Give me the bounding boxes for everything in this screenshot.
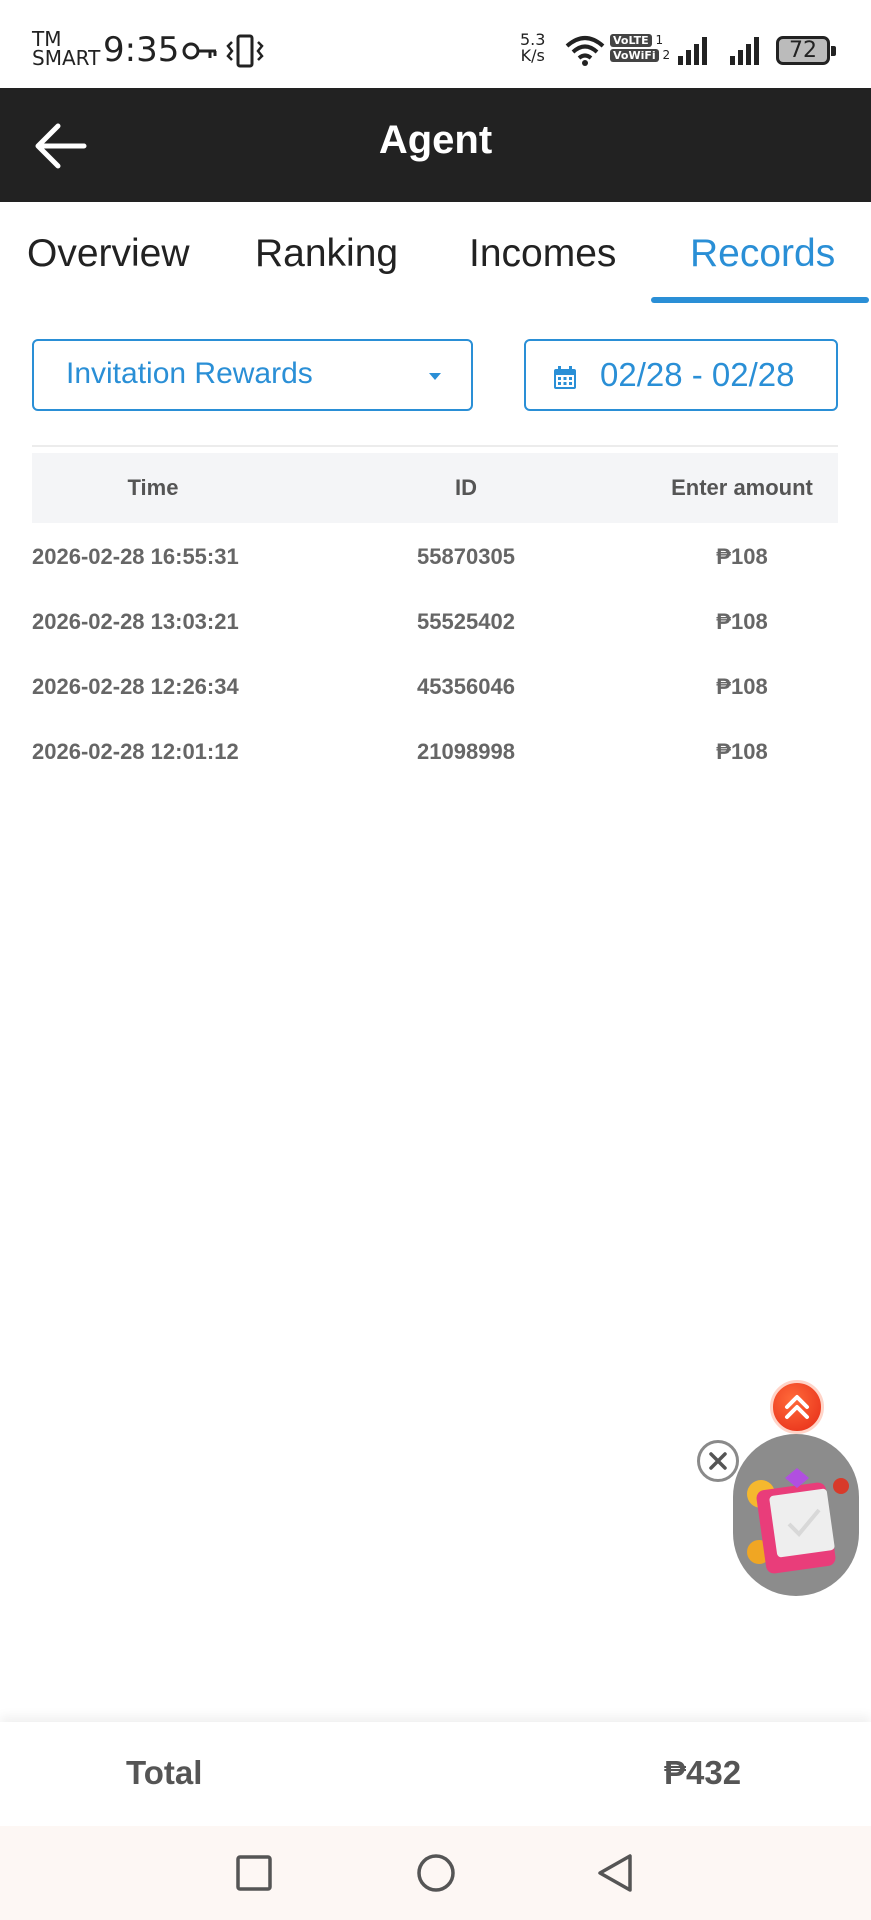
signal-icon [730,37,759,65]
caret-down-icon [429,373,441,380]
vowifi-label: VoWiFi [610,49,659,62]
records-table: Time ID Enter amount 2026-02-28 16:55:31… [32,453,838,783]
vibrate-icon [226,34,264,68]
table-row: 2026-02-28 12:01:12 21098998 ₱108 [32,718,838,783]
home-button[interactable] [408,1848,464,1898]
table-row: 2026-02-28 13:03:21 55525402 ₱108 [32,588,838,653]
volte-indicator: VoLTE 1 VoWiFi 2 [610,33,670,63]
net-speed: 5.3 K/s [520,32,545,64]
reward-type-select[interactable]: Invitation Rewards [32,339,473,411]
close-widget-button[interactable] [697,1440,739,1482]
cell-time: 2026-02-28 13:03:21 [32,609,239,634]
back-nav-button[interactable] [588,1848,644,1898]
tab-bar: Overview Ranking Incomes Records [0,202,871,306]
calendar-icon [554,366,576,389]
reward-type-value: Invitation Rewards [66,357,313,390]
table-header: Time ID Enter amount [32,453,838,523]
vowifi-sim: 2 [662,48,671,62]
recents-button[interactable] [226,1848,282,1898]
cell-time: 2026-02-28 12:26:34 [32,674,239,699]
carrier-line2: SMART [32,46,101,70]
table-row: 2026-02-28 12:26:34 45356046 ₱108 [32,653,838,718]
divider [32,445,838,447]
date-range-value: 02/28 - 02/28 [600,356,795,393]
tab-overview[interactable]: Overview [27,232,190,276]
volte-sim: 1 [655,33,664,47]
back-triangle-icon [598,1854,632,1892]
wifi-icon [565,36,605,66]
table-row: 2026-02-28 16:55:31 55870305 ₱108 [32,523,838,588]
cell-amount: ₱108 [716,674,768,699]
close-icon [709,1452,727,1470]
total-label: Total [126,1754,203,1791]
volte-label: VoLTE [610,34,652,47]
cell-id: 55525402 [417,609,515,634]
cell-amount: ₱108 [716,544,768,569]
column-header-time: Time [127,475,179,500]
scroll-top-button[interactable] [770,1380,824,1434]
signal-icon [678,37,707,65]
cell-time: 2026-02-28 16:55:31 [32,544,239,569]
carrier-label: TM SMART [32,29,101,70]
column-header-id: ID [455,475,477,500]
promo-widget[interactable] [733,1434,859,1596]
app-header: Agent [0,88,871,202]
status-time: 9:35 [103,30,180,70]
page-title: Agent [378,118,493,162]
status-bar: TM SMART 9:35 5.3 K/s VoLTE 1 VoWiFi 2 7… [0,0,871,88]
double-chevron-up-icon [785,1395,809,1419]
cell-time: 2026-02-28 12:01:12 [32,739,239,764]
cell-id: 45356046 [417,674,515,699]
gift-box-icon [747,1468,849,1574]
tab-ranking[interactable]: Ranking [255,232,398,276]
recents-square-icon [236,1855,272,1891]
key-icon [182,42,217,60]
total-bar: Total ₱432 [0,1722,871,1826]
total-value: ₱432 [664,1754,742,1791]
cell-id: 55870305 [417,544,515,569]
date-range-picker[interactable]: 02/28 - 02/28 [524,339,838,411]
cell-amount: ₱108 [716,609,768,634]
column-header-amount: Enter amount [671,475,813,500]
home-circle-icon [417,1854,455,1892]
active-tab-indicator [651,297,869,303]
cell-id: 21098998 [417,739,515,764]
battery-level: 72 [789,38,817,63]
battery-icon: 72 [776,36,836,65]
tab-records[interactable]: Records [690,232,835,276]
system-nav-bar [0,1826,871,1920]
tab-incomes[interactable]: Incomes [469,232,616,276]
net-speed-unit: K/s [520,46,545,65]
cell-amount: ₱108 [716,739,768,764]
